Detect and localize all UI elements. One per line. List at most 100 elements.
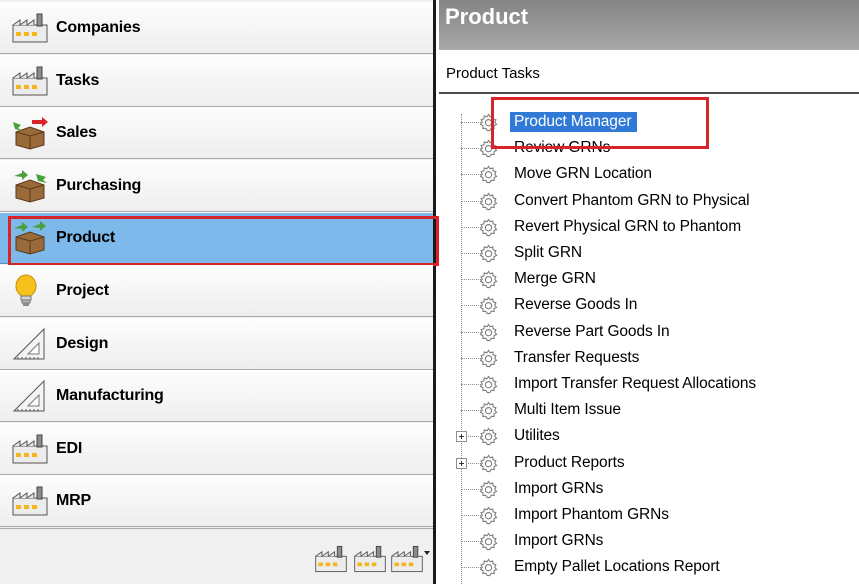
nav-button-label: Purchasing	[56, 176, 142, 194]
gear-icon	[479, 401, 498, 420]
nav-button-label: MRP	[56, 492, 91, 510]
tasks-section-label: Product Tasks	[439, 50, 859, 94]
tree-connector	[461, 331, 481, 333]
tree-connector	[461, 541, 481, 543]
nav-button-label: Sales	[56, 124, 97, 142]
gear-icon	[479, 113, 498, 132]
navigation-pane: Companies Tasks Sales Purchasing Product Proj…	[0, 0, 439, 584]
gear-icon	[479, 375, 498, 394]
nav-button-project[interactable]: Project	[0, 265, 433, 317]
expand-icon[interactable]	[456, 457, 467, 469]
gear-icon	[479, 192, 498, 211]
nav-button-tasks[interactable]: Tasks	[0, 54, 433, 107]
tree-connector	[461, 253, 481, 254]
gear-icon	[479, 270, 498, 289]
tree-item-label: Move GRN Location	[514, 165, 652, 183]
nav-overflow-bar	[0, 528, 433, 584]
tree-item-label: Convert Phantom GRN to Physical	[514, 191, 750, 209]
tree-item[interactable]: Import Phantom GRNs	[439, 503, 859, 527]
gear-icon	[479, 349, 498, 368]
task-tree: Product Manager Review GRNs Move GRN Locat…	[439, 96, 859, 584]
nav-button-label: Design	[56, 334, 109, 352]
box-in-icon	[10, 169, 50, 203]
gear-icon	[479, 139, 498, 158]
factory-icon	[10, 64, 50, 98]
nav-button-companies[interactable]: Companies	[0, 2, 433, 54]
nav-button-manufacturing[interactable]: Manufacturing	[0, 370, 433, 423]
nav-button-label: Project	[56, 282, 109, 299]
factory-icon[interactable]	[389, 543, 425, 575]
nav-button-label: Manufacturing	[56, 387, 164, 405]
tree-connector	[461, 384, 481, 385]
tree-item[interactable]: Multi Item Issue	[439, 398, 859, 422]
tree-item[interactable]: Transfer Requests	[439, 346, 859, 370]
tree-connector	[461, 200, 481, 202]
panel-header: Product	[439, 0, 859, 50]
nav-button-label: Tasks	[56, 71, 100, 89]
tree-item[interactable]: Convert Phantom GRN to Physical	[439, 189, 859, 213]
tree-item-label: Multi Item Issue	[514, 401, 621, 419]
overflow-menu-arrow[interactable]	[424, 551, 430, 555]
tree-item[interactable]: Review GRNs	[439, 136, 859, 160]
tree-connector	[461, 305, 481, 307]
tree-item-label: Empty Pallet Locations Report	[514, 558, 720, 576]
tree-connector	[461, 174, 481, 176]
nav-button-design[interactable]: Design	[0, 317, 433, 370]
lightbulb-icon	[10, 274, 50, 308]
nav-button-sales[interactable]: Sales	[0, 107, 433, 160]
tree-item[interactable]: Import GRNs	[439, 529, 859, 553]
tree-connector	[461, 279, 481, 281]
tree-item[interactable]: Product Manager	[439, 110, 859, 134]
tree-item[interactable]: Reverse Part Goods In	[439, 320, 859, 344]
gear-icon	[479, 244, 498, 263]
factory-icon	[10, 11, 50, 45]
tree-item[interactable]: Empty Pallet Locations Report	[439, 555, 859, 579]
nav-button-product[interactable]: Product	[0, 212, 439, 267]
tree-connector	[461, 567, 481, 569]
tree-item[interactable]: Move GRN Location	[439, 162, 859, 186]
tree-item[interactable]: Product Reports	[439, 451, 859, 475]
gear-icon	[479, 454, 498, 473]
tree-item-label: Import GRNs	[514, 479, 604, 497]
tree-item-label: Review GRNs	[514, 139, 611, 157]
tree-connector	[461, 515, 481, 516]
gear-icon	[479, 323, 498, 342]
tree-item[interactable]: Utilites	[439, 424, 859, 448]
tree-item[interactable]: Split GRN	[439, 241, 859, 265]
tree-connector	[461, 357, 481, 359]
tree-connector	[461, 226, 481, 228]
factory-icon[interactable]	[352, 543, 388, 575]
gear-icon	[479, 480, 498, 499]
tree-item-label: Import Phantom GRNs	[514, 506, 669, 523]
expand-icon[interactable]	[456, 431, 467, 443]
tree-item-label: Merge GRN	[514, 270, 596, 288]
gear-icon	[479, 218, 498, 237]
factory-icon	[10, 432, 50, 466]
factory-icon	[10, 484, 50, 518]
tree-item-label: Reverse Goods In	[514, 296, 638, 314]
tree-connector	[461, 488, 481, 490]
tree-item-label: Product Manager	[510, 112, 638, 132]
nav-button-edi[interactable]: EDI	[0, 422, 433, 475]
box-icon	[10, 221, 50, 255]
tree-item[interactable]: Import GRNs	[439, 477, 859, 501]
nav-button-mrp[interactable]: MRP	[0, 475, 433, 528]
nav-button-label: Companies	[56, 19, 141, 36]
nav-button-label: Product	[56, 229, 116, 247]
tree-item-label: Import Transfer Request Allocations	[514, 375, 757, 392]
tree-item[interactable]: Merge GRN	[439, 267, 859, 291]
tree-item-label: Revert Physical GRN to Phantom	[514, 217, 742, 235]
nav-button-purchasing[interactable]: Purchasing	[0, 159, 433, 212]
gear-icon	[479, 532, 498, 551]
gear-icon	[479, 558, 498, 577]
factory-icon[interactable]	[313, 543, 349, 575]
tree-item-label: Product Reports	[514, 453, 625, 471]
panel-title: Product	[445, 4, 529, 29]
tree-item-label: Import GRNs	[514, 532, 604, 550]
tree-item[interactable]: Revert Physical GRN to Phantom	[439, 215, 859, 239]
tree-item[interactable]: Import Transfer Request Allocations	[439, 372, 859, 396]
tree-connector	[461, 122, 481, 123]
tree-item[interactable]: Reverse Goods In	[439, 293, 859, 317]
box-out-icon	[10, 116, 50, 150]
tree-item-label: Utilites	[514, 427, 560, 445]
